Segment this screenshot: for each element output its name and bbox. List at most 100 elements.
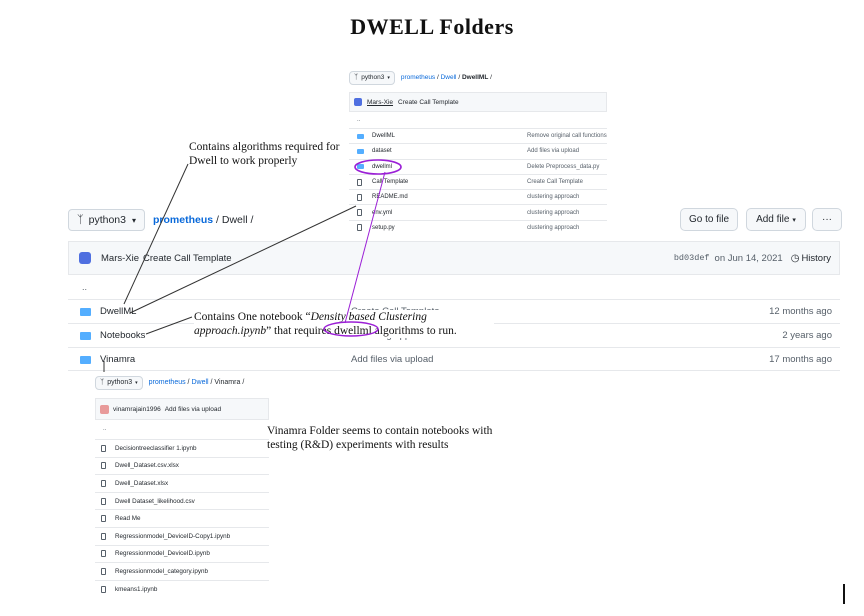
avatar	[354, 98, 362, 106]
item-commit-message[interactable]: Create Call Template	[527, 179, 583, 185]
table-row[interactable]: Vinamra Add files via upload 17 months ago	[68, 347, 840, 371]
branch-icon: ᛉ	[354, 74, 359, 81]
file-icon	[101, 532, 106, 540]
breadcrumb-repo[interactable]: prometheus	[401, 74, 435, 81]
more-options-button[interactable]: ···	[812, 208, 842, 231]
parent-dir[interactable]: ..	[103, 426, 106, 432]
breadcrumb-dwell[interactable]: Dwell	[191, 379, 208, 386]
branch-icon: ᛉ	[100, 379, 105, 386]
chevron-down-icon: ▾	[387, 74, 390, 81]
folder-icon	[357, 133, 364, 139]
branch-selector[interactable]: ᛉ python3 ▾	[349, 70, 395, 85]
list-item[interactable]: Dwell Dataset_likelihood.csv	[95, 491, 269, 510]
list-item[interactable]: Regressionmodel_DeviceID.ipynb	[95, 544, 269, 563]
commit-bar: vinamrajain1996 Add files via upload	[95, 398, 269, 420]
breadcrumb-current: Vinamra	[214, 379, 241, 386]
item-commit-message[interactable]: Add files via upload	[527, 148, 579, 154]
item-name[interactable]: dwellml	[372, 164, 527, 170]
commit-age: 17 months ago	[769, 354, 832, 365]
item-name[interactable]: DwellML	[372, 133, 527, 139]
item-name[interactable]: Dwell Dataset_likelihood.csv	[115, 498, 195, 505]
avatar	[79, 252, 91, 264]
folder-icon	[80, 355, 91, 364]
breadcrumb-repo[interactable]: prometheus	[149, 379, 186, 386]
parent-dir[interactable]: ..	[357, 117, 360, 123]
branch-selector[interactable]: ᛉ python3 ▾	[95, 375, 143, 390]
folder-icon	[80, 307, 91, 316]
item-name[interactable]: Decisiontreeclassifier 1.ipynb	[115, 445, 197, 452]
commit-author[interactable]: vinamrajain1996	[113, 406, 161, 413]
item-name[interactable]: Regressionmodel_category.ipynb	[115, 568, 208, 575]
list-item[interactable]: README.md clustering approach	[349, 189, 607, 204]
add-file-button[interactable]: Add file ▾	[746, 208, 806, 231]
commit-bar: Mars-Xie Create Call Template	[349, 92, 607, 112]
file-icon	[101, 497, 106, 505]
list-item[interactable]: Call Template Create Call Template	[349, 173, 607, 189]
breadcrumb: prometheus / Dwell / Vinamra /	[148, 379, 245, 386]
file-list: Decisiontreeclassifier 1.ipynb Dwell_Data…	[95, 439, 269, 597]
breadcrumb: prometheus / Dwell / DwellML /	[400, 74, 492, 81]
vinamra-annotation: Vinamra Folder seems to contain notebook…	[267, 425, 493, 451]
item-commit-message[interactable]: Delete Preprocess_data.py	[527, 164, 599, 170]
list-item[interactable]: Regressionmodel_DeviceID-Copy1.ipynb	[95, 526, 269, 545]
folder-name[interactable]: Vinamra	[100, 354, 351, 365]
chevron-down-icon: ▾	[792, 216, 796, 224]
commit-age: 2 years ago	[782, 330, 832, 341]
item-name[interactable]: Dwell_Dataset.xlsx	[115, 480, 168, 487]
item-name[interactable]: README.md	[372, 194, 527, 200]
commit-message[interactable]: Create Call Template	[398, 99, 459, 106]
branch-label: python3	[361, 74, 385, 81]
file-icon	[101, 515, 106, 523]
list-item[interactable]: Dwell_Dataset.xlsx	[95, 474, 269, 492]
list-item[interactable]: Regressionmodel_category.ipynb	[95, 562, 269, 580]
list-item[interactable]: Dwell_Dataset.csv.xlsx	[95, 456, 269, 475]
commit-bar: Mars-Xie Create Call Template bd03def on…	[68, 241, 840, 275]
list-item[interactable]: kmeans1.ipynb	[95, 579, 269, 598]
list-item[interactable]: Read Me	[95, 509, 269, 527]
file-icon	[357, 193, 362, 201]
item-name[interactable]: Regressionmodel_DeviceID.ipynb	[115, 550, 210, 557]
dwell-screenshot: ᛉ python3 ▾ prometheus / Dwell / Go to f…	[68, 205, 842, 371]
notebooks-annotation: Contains One notebook “Density based Clu…	[194, 310, 494, 338]
branch-selector[interactable]: ᛉ python3 ▾	[68, 209, 145, 231]
file-icon	[101, 444, 106, 452]
commit-hash[interactable]: bd03def	[674, 253, 710, 263]
breadcrumb-repo[interactable]: prometheus	[153, 214, 213, 226]
file-icon	[357, 178, 362, 186]
branch-icon: ᛉ	[77, 214, 84, 226]
commit-author[interactable]: Mars-Xie	[367, 99, 393, 106]
commit-message[interactable]: Create Call Template	[143, 253, 232, 264]
add-file-label: Add file	[756, 214, 790, 225]
history-icon: ◷	[790, 252, 800, 264]
commit-date: on Jun 14, 2021	[714, 252, 783, 264]
chevron-down-icon: ▾	[131, 215, 136, 225]
history-link[interactable]: History	[801, 253, 831, 264]
page-title: DWELL Folders	[350, 14, 514, 39]
list-item[interactable]: Decisiontreeclassifier 1.ipynb	[95, 439, 269, 457]
item-name[interactable]: Dwell_Dataset.csv.xlsx	[115, 462, 179, 469]
breadcrumb-dwell[interactable]: Dwell	[441, 74, 457, 81]
item-name[interactable]: Call Template	[372, 179, 527, 185]
file-icon	[101, 462, 106, 470]
vinamra-screenshot: ᛉ python3 ▾ prometheus / Dwell / Vinamra…	[95, 374, 269, 602]
item-commit-message[interactable]: Remove original call functions	[527, 133, 607, 139]
item-commit-message[interactable]: clustering approach	[527, 194, 579, 200]
item-name[interactable]: Read Me	[115, 515, 141, 522]
commit-author[interactable]: Mars-Xie	[101, 253, 139, 264]
branch-label: python3	[107, 379, 133, 386]
dwellml-highlight: dwellml	[334, 325, 372, 337]
list-item[interactable]: dwellml Delete Preprocess_data.py	[349, 158, 607, 174]
breadcrumb: prometheus / Dwell /	[153, 214, 254, 226]
commit-message[interactable]: Add files via upload	[351, 354, 433, 365]
branch-label: python3	[88, 214, 126, 226]
file-icon	[101, 550, 106, 558]
list-item[interactable]: DwellML Remove original call functions	[349, 128, 607, 143]
item-name[interactable]: kmeans1.ipynb	[115, 586, 157, 593]
parent-dir[interactable]: ..	[82, 282, 87, 292]
go-to-file-button[interactable]: Go to file	[680, 208, 738, 231]
list-item[interactable]: dataset Add files via upload	[349, 143, 607, 158]
avatar	[100, 404, 109, 414]
item-name[interactable]: dataset	[372, 148, 527, 154]
commit-message[interactable]: Add files via upload	[165, 406, 221, 413]
item-name[interactable]: Regressionmodel_DeviceID-Copy1.ipynb	[115, 533, 230, 540]
